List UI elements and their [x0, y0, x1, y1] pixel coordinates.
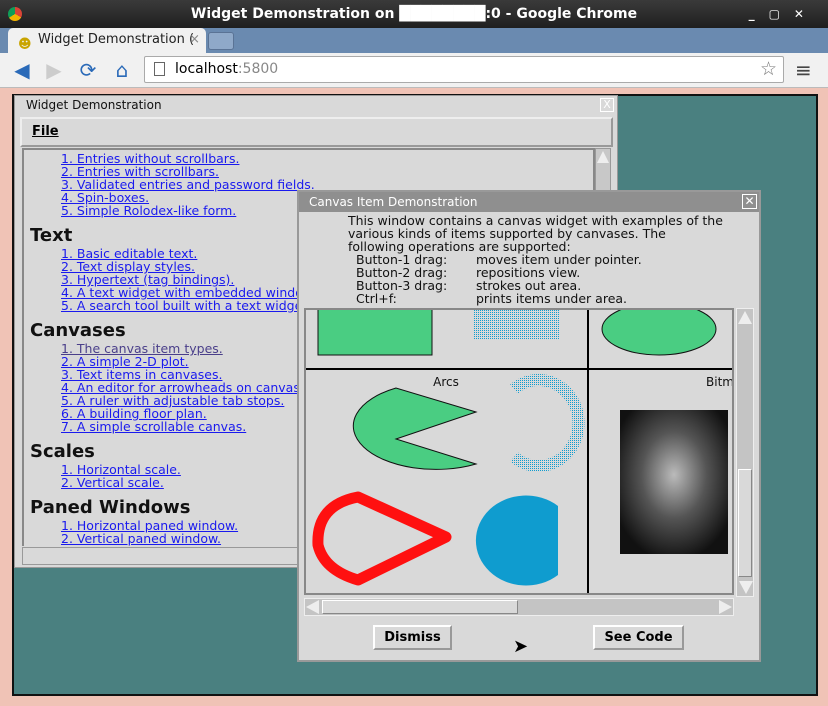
- mouse-cursor-icon: ➤: [513, 636, 529, 657]
- blue-arc: [475, 495, 558, 586]
- scroll-up-icon[interactable]: [738, 311, 752, 324]
- forward-icon[interactable]: ▶: [42, 58, 66, 82]
- menu-icon[interactable]: ≡: [795, 58, 812, 82]
- bookmark-star-icon[interactable]: ☆: [760, 57, 777, 82]
- stippled-rectangle: [474, 310, 559, 340]
- menubar: File: [20, 117, 613, 147]
- stippled-arc: [510, 374, 585, 472]
- tab-label: Widget Demonstration (: [38, 32, 195, 47]
- chrome-logo-icon: [8, 7, 22, 21]
- url-port: :5800: [237, 61, 279, 77]
- home-icon[interactable]: ⌂: [110, 58, 134, 82]
- window-title: Widget Demonstration on ████████:0 - Goo…: [190, 6, 638, 22]
- arcs-label: Arcs: [433, 375, 459, 389]
- scroll-up-icon[interactable]: [597, 151, 609, 163]
- operation-row: Ctrl+f: prints items under area.: [356, 291, 628, 306]
- window-titlebar: Widget Demonstration on ████████:0 - Goo…: [0, 0, 828, 28]
- close-icon[interactable]: ✕: [742, 194, 757, 209]
- scroll-thumb[interactable]: [322, 600, 518, 614]
- see-code-button[interactable]: See Code: [593, 625, 684, 650]
- tab-widget-demonstration[interactable]: ☻ Widget Demonstration ( ×: [8, 28, 206, 53]
- canvas-area[interactable]: Arcs Bitm: [304, 308, 734, 595]
- portrait-bitmap: [620, 410, 728, 554]
- vertical-scrollbar[interactable]: [736, 308, 754, 597]
- favicon-icon: ☻: [18, 37, 32, 52]
- green-rectangle: [317, 310, 433, 356]
- menu-file[interactable]: File: [32, 124, 59, 139]
- green-oval: [601, 310, 717, 356]
- window-controls[interactable]: _▢✕: [749, 0, 818, 28]
- canvas-items: Arcs Bitm: [306, 310, 734, 593]
- reload-icon[interactable]: ⟳: [76, 58, 100, 82]
- close-icon[interactable]: X: [600, 98, 614, 112]
- back-icon[interactable]: ◀: [10, 58, 34, 82]
- horizontal-scrollbar[interactable]: [304, 598, 734, 616]
- new-tab-button[interactable]: [208, 32, 234, 50]
- green-pie-arc: [352, 387, 478, 470]
- tab-close-icon[interactable]: ×: [189, 28, 200, 52]
- scroll-left-icon[interactable]: [306, 600, 319, 614]
- url-host: localhost: [175, 61, 238, 77]
- address-bar[interactable]: localhost:5800 ☆: [144, 56, 784, 83]
- scroll-thumb[interactable]: [738, 469, 752, 577]
- description: This window contains a canvas widget wit…: [348, 214, 723, 305]
- dismiss-button[interactable]: Dismiss: [373, 625, 452, 650]
- window-title: Widget Demonstration: [26, 98, 162, 112]
- bitmaps-label: Bitm: [706, 375, 734, 389]
- window-title: Canvas Item Demonstration: [299, 192, 759, 212]
- scroll-right-icon[interactable]: [719, 600, 732, 614]
- scroll-down-icon[interactable]: [739, 581, 753, 594]
- canvas-demo-window: Canvas Item Demonstration ✕ This window …: [297, 190, 761, 662]
- red-chord-arc: [312, 491, 452, 586]
- page-icon: [154, 62, 165, 76]
